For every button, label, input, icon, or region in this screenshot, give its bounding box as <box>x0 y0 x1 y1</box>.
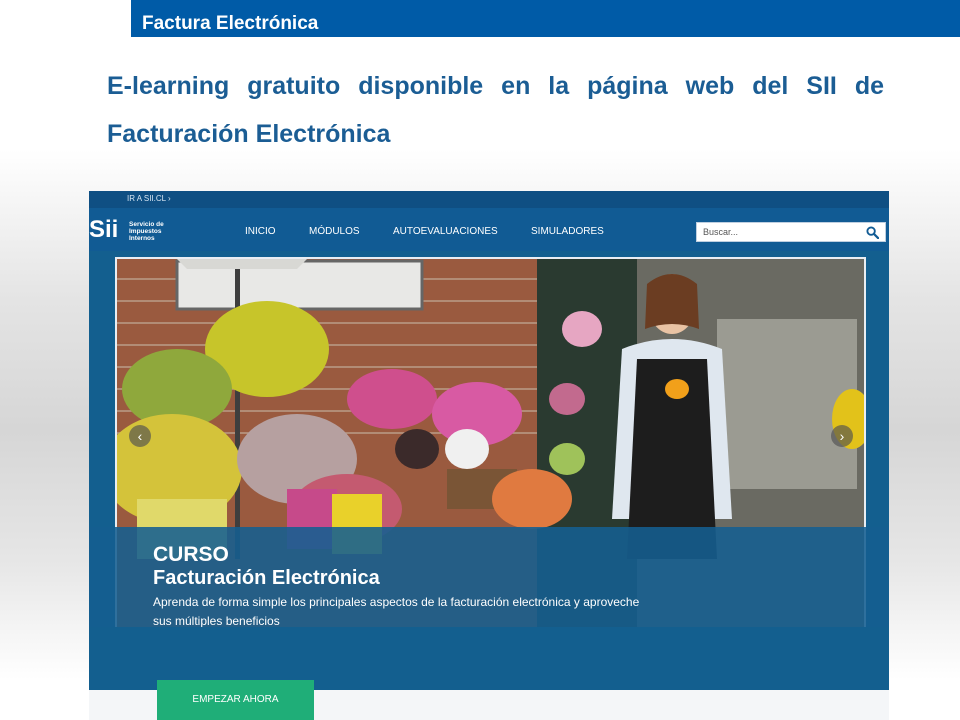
sii-logo[interactable]: Sii <box>89 217 127 243</box>
start-now-button[interactable]: EMPEZAR AHORA <box>157 680 314 720</box>
ir-sii-link[interactable]: IR A SII.CL › <box>127 194 171 204</box>
website-screenshot: IR A SII.CL › Sii Servicio de Impuestos … <box>89 191 889 720</box>
nav-item-modulos[interactable]: MÓDULOS <box>309 226 360 238</box>
carousel-prev-arrow[interactable]: ‹ <box>129 425 151 447</box>
nav-item-simuladores[interactable]: SIMULADORES <box>531 226 604 238</box>
nav-item-inicio[interactable]: INICIO <box>245 226 276 238</box>
slide-header: Factura Electrónica <box>131 0 960 37</box>
slide-heading: E-learning gratuito disponible en la pág… <box>107 72 884 148</box>
site-navbar: Sii Servicio de Impuestos Internos INICI… <box>89 208 889 251</box>
nav-item-autoevaluaciones[interactable]: AUTOEVALUACIONES <box>393 226 498 238</box>
slide-header-title: Factura Electrónica <box>142 13 319 34</box>
sii-logo-text: Servicio de Impuestos Internos <box>129 221 164 242</box>
search-icon[interactable] <box>866 226 879 239</box>
course-description: Aprenda de forma simple los principales … <box>153 595 640 628</box>
course-title: Facturación Electrónica <box>153 567 380 589</box>
course-banner: CURSO Facturación Electrónica Aprenda de… <box>89 527 889 628</box>
carousel-next-arrow[interactable]: › <box>831 425 853 447</box>
search-input[interactable] <box>697 223 863 241</box>
search-box <box>696 222 886 242</box>
course-kicker: CURSO <box>153 543 229 566</box>
site-topbar: IR A SII.CL › <box>89 191 889 208</box>
